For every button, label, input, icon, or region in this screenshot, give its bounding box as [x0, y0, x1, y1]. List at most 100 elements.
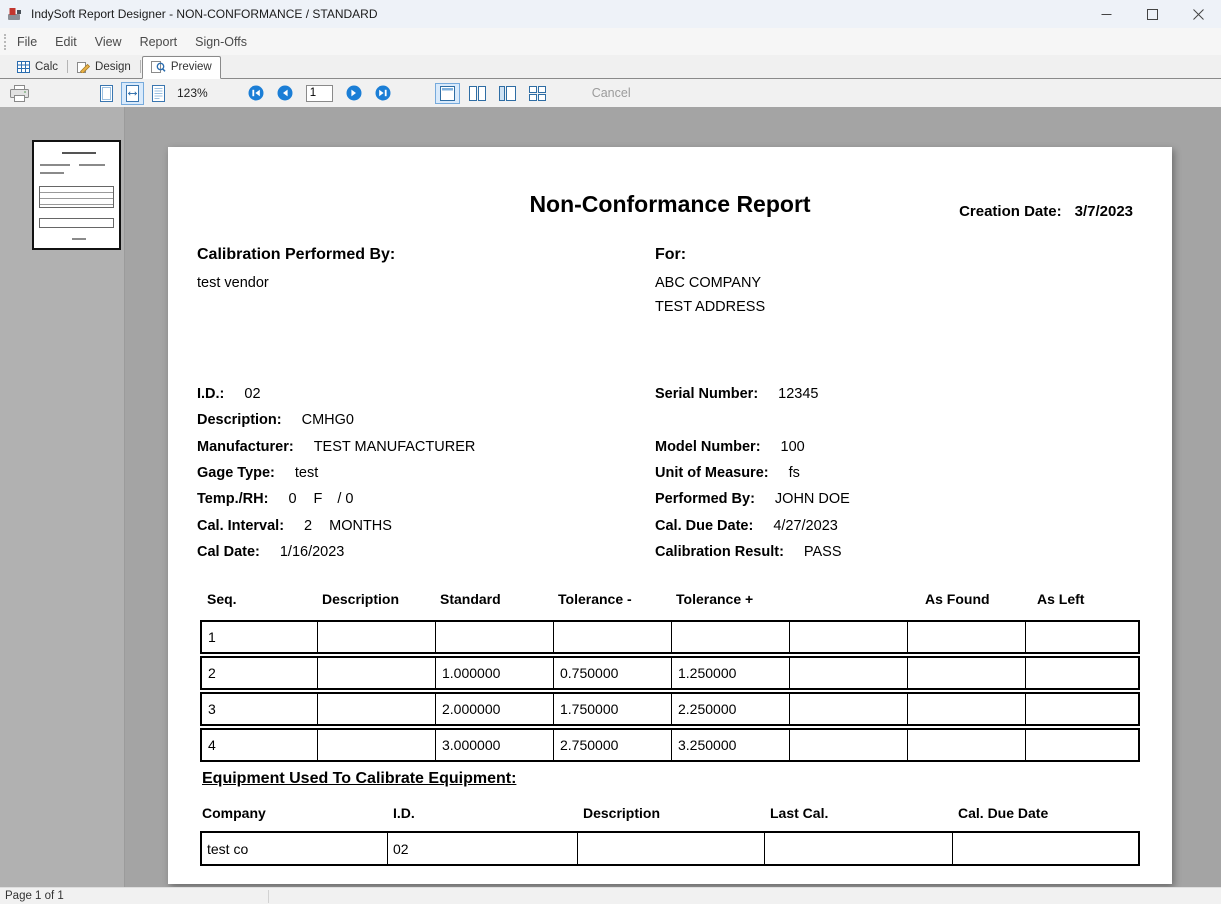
column-header: Company — [200, 805, 385, 821]
thumbnail-content — [79, 164, 105, 166]
performed-by-label: Calibration Performed By: — [197, 246, 395, 264]
table-cell — [435, 622, 553, 652]
menu-report[interactable]: Report — [131, 35, 187, 49]
print-button[interactable] — [6, 82, 33, 105]
table-cell — [1025, 622, 1138, 652]
page-layout-group — [435, 83, 550, 104]
tab-separator — [67, 60, 68, 73]
fit-width-view-button[interactable] — [121, 82, 144, 105]
view-mode-group — [95, 82, 170, 105]
for-address: TEST ADDRESS — [655, 299, 765, 315]
creation-date-value: 3/7/2023 — [1075, 203, 1133, 220]
menu-view[interactable]: View — [86, 35, 131, 49]
field-label: Performed By: — [655, 491, 755, 507]
table-cell: 2.250000 — [671, 694, 789, 724]
table-cell — [789, 730, 907, 760]
table-cell — [1025, 730, 1138, 760]
fit-page-view-button[interactable] — [95, 82, 118, 105]
field-label: Unit of Measure: — [655, 465, 769, 481]
maximize-button[interactable] — [1129, 0, 1175, 28]
app-window: { "window": { "title": "IndySoft Report … — [0, 0, 1221, 904]
calc-grid-icon — [17, 61, 30, 73]
table-row: 1 — [200, 620, 1140, 654]
page-number-input[interactable] — [306, 85, 333, 102]
field-unit: / 0 — [337, 491, 353, 507]
minimize-button[interactable] — [1083, 0, 1129, 28]
previous-page-button[interactable] — [273, 82, 297, 104]
field-label: Cal. Due Date: — [655, 518, 753, 534]
field-row: Gage Type: test — [197, 460, 475, 486]
tab-preview[interactable]: Preview — [142, 56, 221, 79]
measurements-header-row: Seq. Description Standard Tolerance - To… — [200, 591, 1140, 607]
menu-edit[interactable]: Edit — [46, 35, 86, 49]
thumbnail-content — [39, 218, 114, 228]
field-value: CMHG0 — [302, 412, 354, 428]
table-cell — [1025, 694, 1138, 724]
field-label: Cal. Interval: — [197, 518, 284, 534]
table-row: 2 1.000000 0.750000 1.250000 — [200, 656, 1140, 690]
thumbnail-content — [40, 164, 70, 166]
field-label: Model Number: — [655, 439, 761, 455]
column-header: Description — [315, 591, 433, 607]
next-page-button[interactable] — [342, 82, 366, 104]
page-list-layout-icon — [499, 86, 516, 101]
tab-design-label: Design — [95, 61, 131, 73]
layout-two-pages-button[interactable] — [465, 83, 490, 104]
table-cell: 2 — [202, 658, 317, 688]
first-page-icon — [248, 85, 264, 101]
table-cell: 2.000000 — [435, 694, 553, 724]
next-page-icon — [346, 85, 362, 101]
column-header: I.D. — [385, 805, 575, 821]
field-label: Manufacturer: — [197, 439, 294, 455]
table-cell — [907, 730, 1025, 760]
tab-calc[interactable]: Calc — [9, 57, 66, 78]
column-header: Standard — [433, 591, 551, 607]
table-cell — [952, 833, 1138, 864]
field-value: 12345 — [778, 386, 818, 402]
full-size-view-button[interactable] — [147, 82, 170, 105]
column-header: As Left — [1023, 591, 1140, 607]
layout-page-list-button[interactable] — [495, 83, 520, 104]
table-row: test co 02 — [200, 831, 1140, 866]
layout-four-pages-button[interactable] — [525, 83, 550, 104]
table-cell — [317, 694, 435, 724]
field-row: Serial Number: 12345 — [655, 381, 850, 407]
tab-preview-label: Preview — [171, 61, 212, 73]
creation-date: Creation Date: 3/7/2023 — [959, 203, 1133, 220]
table-cell: 1 — [202, 622, 317, 652]
field-value: 2 — [304, 518, 312, 534]
full-size-icon — [151, 85, 166, 102]
tab-design[interactable]: Design — [69, 57, 139, 78]
table-cell: 1.750000 — [553, 694, 671, 724]
field-row: Manufacturer: TEST MANUFACTURER — [197, 434, 475, 460]
single-page-layout-icon — [439, 86, 456, 101]
table-cell: 1.250000 — [671, 658, 789, 688]
cancel-button[interactable]: Cancel — [592, 86, 631, 100]
thumbnail-content — [72, 238, 86, 240]
field-row: Cal. Due Date: 4/27/2023 — [655, 512, 850, 538]
tab-separator — [140, 60, 141, 73]
first-page-button[interactable] — [244, 82, 268, 104]
field-row: I.D.: 02 — [197, 381, 475, 407]
menu-sign-offs[interactable]: Sign-Offs — [186, 35, 256, 49]
preview-toolbar: 123% — [0, 79, 1221, 107]
close-button[interactable] — [1175, 0, 1221, 28]
equipment-section-title: Equipment Used To Calibrate Equipment: — [202, 770, 516, 788]
column-header — [787, 591, 905, 607]
layout-single-page-button[interactable] — [435, 83, 460, 104]
menu-file[interactable]: File — [8, 35, 46, 49]
field-value: TEST MANUFACTURER — [314, 439, 476, 455]
page-thumbnail[interactable] — [32, 140, 121, 250]
field-label: Serial Number: — [655, 386, 758, 402]
last-page-icon — [375, 85, 391, 101]
thumbnail-content — [62, 152, 96, 154]
design-pencil-icon — [77, 61, 90, 73]
titlebar: IndySoft Report Designer - NON-CONFORMAN… — [0, 0, 1221, 28]
field-label: Cal Date: — [197, 544, 260, 560]
last-page-button[interactable] — [371, 82, 395, 104]
creation-date-label: Creation Date: — [959, 203, 1062, 220]
table-row: 3 2.000000 1.750000 2.250000 — [200, 692, 1140, 726]
page-status: Page 1 of 1 — [0, 890, 64, 902]
table-cell — [764, 833, 952, 864]
column-header: Description — [575, 805, 762, 821]
